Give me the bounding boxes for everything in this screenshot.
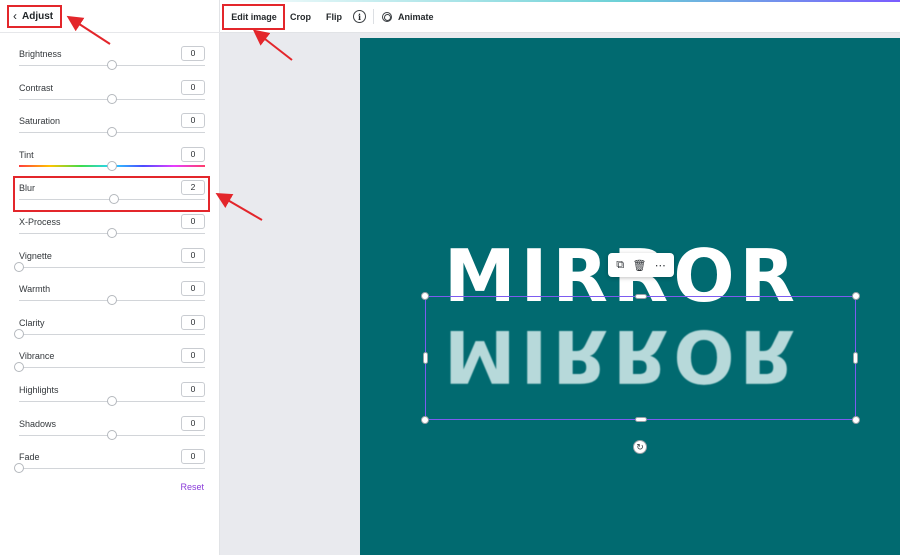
resize-handle-right[interactable] [853, 352, 858, 364]
adjustment-slider-track[interactable] [19, 367, 205, 369]
adjustment-label: Brightness [19, 49, 62, 59]
resize-handle-top-right[interactable] [852, 292, 860, 300]
info-icon[interactable]: i [353, 10, 366, 23]
adjustment-label: Clarity [19, 317, 45, 328]
adjustment-slider-thumb[interactable] [107, 127, 117, 138]
adjustment-slider-thumb[interactable] [107, 429, 117, 440]
annotation-box-blur [13, 176, 210, 212]
resize-handle-top-left[interactable] [421, 292, 429, 300]
design-canvas[interactable]: MIRROR MIRROR ⧉ 🗑 ⋯ ↻ [360, 38, 900, 555]
resize-handle-bottom-right[interactable] [852, 416, 860, 424]
adjustment-slider-thumb[interactable] [14, 261, 24, 272]
adjustment-value-input[interactable]: 0 [181, 214, 205, 229]
adjustment-shadows: Shadows 0 [19, 415, 205, 452]
adjustment-value-input[interactable]: 0 [181, 314, 205, 330]
resize-handle-bottom[interactable] [635, 417, 647, 422]
top-toolbar: Edit image Crop Flip i Animate [220, 0, 900, 33]
adjustment-label: Shadows [19, 418, 57, 429]
adjustment-label: Contrast [19, 82, 54, 93]
duplicate-icon[interactable]: ⧉ [616, 259, 624, 272]
adjustment-label: Warmth [19, 284, 51, 295]
adjustment-value-input[interactable]: 0 [181, 348, 205, 364]
adjustment-value-input[interactable]: 0 [181, 46, 205, 61]
arrow-to-edit-image [252, 29, 293, 61]
adjustment-value-input[interactable]: 0 [181, 449, 205, 465]
adjustment-brightness: Brightness 0 [19, 46, 205, 82]
adjustment-label: Vibrance [19, 351, 55, 362]
adjustment-slider-thumb[interactable] [107, 396, 117, 406]
adjustment-vignette: Vignette 0 [14, 247, 205, 284]
adjustment-value-input[interactable]: 0 [181, 113, 205, 129]
adjustment-value-input[interactable]: 0 [181, 281, 205, 297]
adjustment-x-process: X-Process 0 [19, 214, 205, 250]
animate-button[interactable]: Animate [382, 0, 434, 33]
adjustment-slider-thumb[interactable] [107, 295, 117, 306]
more-icon[interactable]: ⋯ [655, 259, 666, 272]
toolbar-divider [373, 9, 374, 24]
adjustment-slider-thumb[interactable] [107, 228, 117, 238]
adjustment-vibrance: Vibrance 0 [14, 348, 205, 384]
adjustment-label: X-Process [19, 217, 61, 227]
adjustment-slider-thumb[interactable] [14, 362, 24, 373]
adjustment-value-input[interactable]: 0 [181, 415, 205, 431]
adjustment-slider-track[interactable] [19, 266, 205, 268]
adjustment-label: Vignette [19, 250, 52, 261]
adjustment-label: Saturation [19, 116, 61, 127]
adjustment-label: Tint [19, 149, 34, 160]
adjustment-highlights: Highlights 0 [19, 382, 205, 418]
crop-button[interactable]: Crop [290, 0, 311, 33]
adjustment-value-input[interactable]: 0 [181, 79, 205, 95]
selection-box[interactable] [421, 292, 860, 424]
rotate-icon[interactable]: ↻ [633, 440, 647, 454]
reset-button[interactable]: Reset [180, 482, 204, 492]
adjustment-saturation: Saturation 0 [19, 113, 205, 149]
adjustment-slider-thumb[interactable] [14, 463, 24, 474]
adjustment-value-input[interactable]: 0 [181, 146, 205, 162]
adjustment-contrast: Contrast 0 [19, 79, 205, 116]
adjust-panel: ‹ Adjust Brightness 0 Contrast 0 Saturation 0… [0, 0, 220, 555]
animate-icon [382, 11, 392, 22]
adjustment-label: Fade [19, 452, 40, 463]
trash-icon[interactable]: 🗑 [632, 259, 646, 272]
adjustment-value-input[interactable]: 0 [181, 382, 205, 397]
adjustment-slider-thumb[interactable] [107, 60, 117, 70]
adjustment-fade: Fade 0 [14, 449, 205, 485]
resize-handle-bottom-left[interactable] [421, 416, 429, 424]
element-floating-menu: ⧉ 🗑 ⋯ [608, 253, 674, 277]
adjustment-slider-thumb[interactable] [14, 328, 24, 339]
adjustment-slider-track[interactable] [19, 333, 205, 335]
adjustment-clarity: Clarity 0 [14, 314, 205, 351]
adjustment-slider-track[interactable] [19, 468, 205, 470]
animate-label: Animate [398, 11, 434, 22]
adjustment-label: Highlights [19, 385, 59, 395]
adjustment-slider-thumb[interactable] [107, 93, 117, 104]
top-accent-bar [220, 0, 900, 2]
adjustment-slider-thumb[interactable] [107, 160, 117, 171]
annotation-box-adjust [7, 5, 62, 28]
adjustment-warmth: Warmth 0 [19, 281, 205, 317]
arrow-to-blur [215, 192, 263, 221]
resize-handle-left[interactable] [423, 352, 428, 364]
resize-handle-top[interactable] [635, 294, 647, 299]
adjustment-value-input[interactable]: 0 [181, 247, 205, 263]
annotation-box-edit-image [222, 4, 285, 30]
flip-button[interactable]: Flip [326, 0, 342, 33]
